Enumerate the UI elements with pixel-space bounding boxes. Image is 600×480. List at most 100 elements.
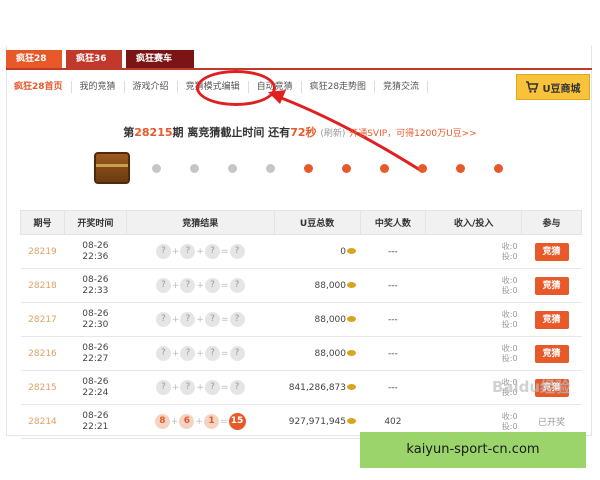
progress-dot [342,164,351,173]
result-ball: ? [180,278,196,293]
round-id[interactable]: 28214 [20,404,65,439]
income: 收:0 [501,241,518,251]
result-ball: ? [155,244,171,259]
result-cell: ? +? +? =? [126,268,275,303]
draw-date: 08-26 [82,308,109,319]
result-sum: 15 [228,413,246,430]
result-ball: ? [204,346,220,361]
spend: 投:0 [501,353,518,363]
action-cell: 竞猜 [521,234,582,269]
action-cell: 竞猜 [521,268,582,303]
progress-dot [228,164,237,173]
winners: --- [360,234,426,269]
total-value: 0 [340,246,346,257]
bet-button[interactable]: 竞猜 [534,276,569,295]
round-id[interactable]: 28218 [20,268,65,303]
result-sum: ? [229,244,245,259]
table-row: 28219 08-26 22:36 ? +? +? =? 0 --- 收:0 投:0 竞猜 [20,234,582,269]
action-cell: 竞猜 [521,336,582,371]
draw-date: 08-26 [82,274,109,285]
draw-date: 08-26 [82,376,109,387]
winners: --- [360,370,426,405]
result-ball: ? [180,380,196,395]
status-prefix: 第 [123,126,135,139]
result-ball: ? [155,380,171,395]
total-value: 927,971,945 [288,416,346,427]
action-cell: 竞猜 [521,302,582,337]
result-ball: ? [204,278,220,293]
bet-button[interactable]: 竞猜 [534,344,569,363]
bet-button[interactable]: 竞猜 [534,242,569,261]
draw-time: 08-26 22:24 [64,370,127,405]
coin-icon [347,418,356,424]
income-spend: 收:0 投:0 [425,302,522,337]
coin-icon [347,282,356,288]
total-value: 841,286,873 [288,382,346,393]
col-round: 期号 [20,210,65,235]
result-ball: ? [204,380,220,395]
total-value: 88,000 [314,280,347,291]
drawn-label: 已开奖 [538,418,566,428]
income-spend: 收:0 投:0 [425,268,522,303]
income-spend: 收:0 投:0 [425,234,522,269]
draw-time: 08-26 22:27 [64,336,127,371]
draw-time: 08-26 22:36 [64,234,127,269]
col-winners: 中奖人数 [359,210,427,235]
draw-date: 08-26 [82,240,109,251]
table-row: 28218 08-26 22:33 ? +? +? =? 88,000 --- 收:0 投… [20,268,582,303]
result-ball: ? [180,346,196,361]
draw-time: 08-26 22:30 [64,302,127,337]
winners: --- [360,302,426,337]
draw-clock: 22:27 [82,353,109,364]
refresh-link[interactable]: (刷新) [320,129,345,139]
result-cell: 8 +6 +1 = 15 [126,404,275,439]
rounds-table: 期号 开奖时间 竞猜结果 U豆总数 中奖人数 收入/投入 参与 28219 08… [20,210,582,439]
result-sum: ? [229,346,245,361]
income: 收:0 [501,411,518,421]
svip-promo-link[interactable]: 开通SVIP，可得1200万U豆>> [349,129,477,139]
total-beans: 88,000 [274,268,360,303]
table-header: 期号 开奖时间 竞猜结果 U豆总数 中奖人数 收入/投入 参与 [20,210,582,235]
total-beans: 841,286,873 [274,370,360,405]
draw-clock: 22:24 [82,387,109,398]
result-ball: ? [155,278,171,293]
result-cell: ? +? +? =? [126,336,275,371]
income: 收:0 [501,343,518,353]
income-spend: 收:0 投:0 [425,336,522,371]
result-cell: ? +? +? =? [126,302,275,337]
round-number: 28215 [134,126,173,139]
round-id[interactable]: 28216 [20,336,65,371]
draw-clock: 22:36 [82,251,109,262]
draw-clock: 22:33 [82,285,109,296]
result-ball: ? [204,312,220,327]
result-ball: 6 [179,414,195,429]
result-sum: ? [229,278,245,293]
result-cell: ? +? +? =? [126,234,275,269]
table-row: 28216 08-26 22:27 ? +? +? =? 88,000 --- 收:0 投… [20,336,582,371]
round-id[interactable]: 28219 [20,234,65,269]
spend: 投:0 [501,285,518,295]
draw-date: 08-26 [82,342,109,353]
result-ball: ? [155,312,171,327]
progress-dot [494,164,503,173]
bet-button[interactable]: 竞猜 [534,310,569,329]
progress-dot [456,164,465,173]
progress-dot [190,164,199,173]
site-footer-banner: kaiyun-sport-cn.com [360,432,586,468]
treasure-chest-icon [94,152,130,184]
total-value: 88,000 [314,348,347,359]
round-id[interactable]: 28217 [20,302,65,337]
total-value: 88,000 [314,314,347,325]
result-ball: ? [155,346,171,361]
status-mid: 期 离竞猜截止时间 还有 [172,126,291,139]
result-ball: 1 [203,414,219,429]
col-total-beans: U豆总数 [273,210,361,235]
winners: --- [360,336,426,371]
coin-icon [347,316,356,322]
col-draw-time: 开奖时间 [63,210,127,235]
progress-dot [152,164,161,173]
income: 收:0 [501,275,518,285]
table-row: 28217 08-26 22:30 ? +? +? =? 88,000 --- 收:0 投… [20,302,582,337]
round-id[interactable]: 28215 [20,370,65,405]
progress-dot [418,164,427,173]
